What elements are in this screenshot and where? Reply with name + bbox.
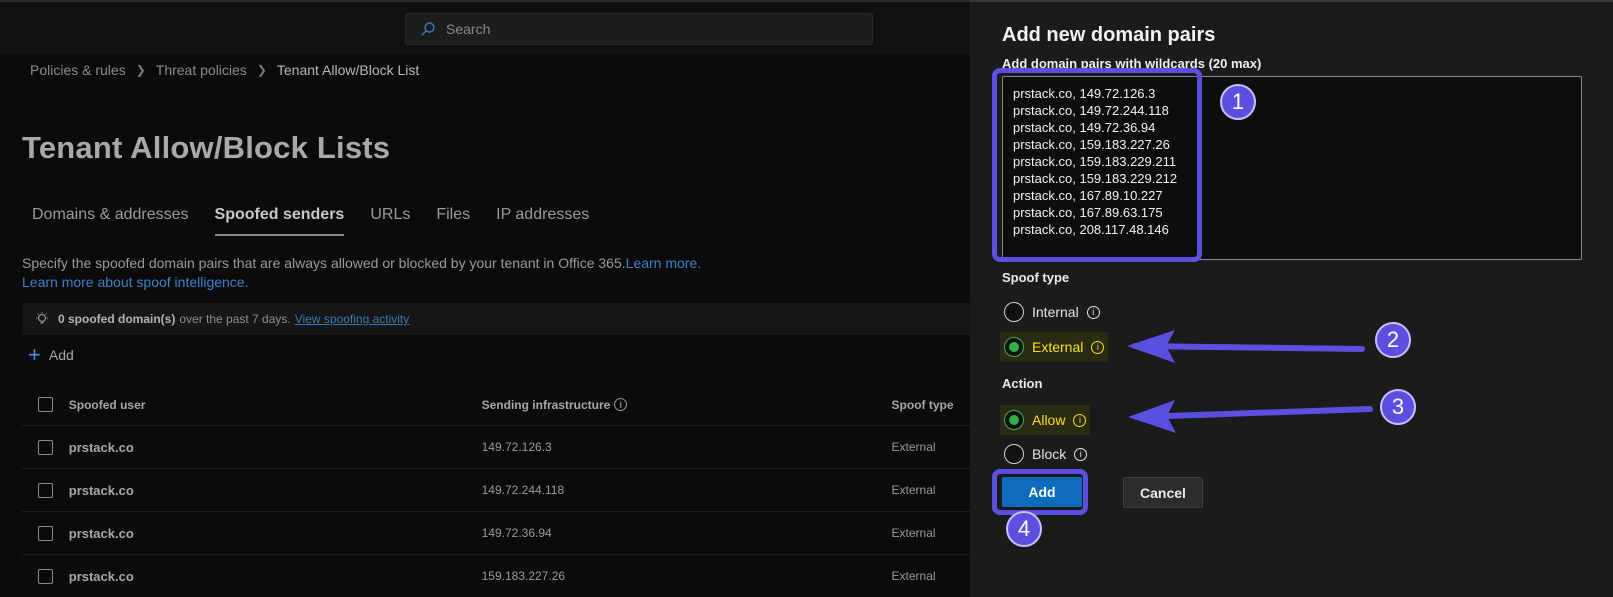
cell-spoof-type: External [891, 569, 936, 583]
annotation-arrows [1127, 330, 1373, 433]
info-icon[interactable]: i [614, 398, 628, 411]
cell-spoofed-user: prstack.co [68, 568, 134, 584]
tab-urls[interactable]: URLs [370, 206, 410, 236]
annotation-arrow-3 [1128, 400, 1373, 433]
table-row[interactable]: prstack.co 149.72.36.94 External [22, 512, 970, 555]
spoofed-count: 0 spoofed domain(s) [58, 312, 176, 326]
chevron-right-icon: ❯ [256, 63, 267, 77]
tab-ip-addresses[interactable]: IP addresses [496, 206, 589, 236]
annotation-arrow-2 [1127, 330, 1365, 363]
learn-more-link[interactable]: Learn more. [626, 255, 701, 271]
chevron-right-icon: ❯ [135, 63, 146, 77]
top-bar: Search [0, 0, 970, 54]
add-domain-pairs-panel: Add new domain pairs Add domain pairs wi… [970, 0, 1613, 597]
spoofed-period: over the past 7 days. [179, 312, 291, 326]
row-checkbox[interactable] [38, 439, 53, 455]
cell-spoofed-user: prstack.co [68, 525, 134, 541]
cell-spoofed-user: prstack.co [68, 482, 134, 498]
select-all-checkbox[interactable] [38, 397, 53, 412]
view-spoofing-activity-link[interactable]: View spoofing activity [295, 312, 410, 326]
cell-sending-infrastructure: 149.72.244.118 [481, 483, 565, 497]
cell-spoof-type: External [891, 526, 936, 540]
spoof-activity-banner: 0 spoofed domain(s) over the past 7 days… [22, 303, 970, 335]
column-header-sending-infrastructure[interactable]: Sending infrastructure i [482, 398, 892, 412]
tab-spoofed-senders[interactable]: Spoofed senders [214, 206, 345, 236]
cell-spoof-type: External [891, 483, 936, 497]
cell-sending-infrastructure: 159.183.227.26 [481, 569, 566, 583]
search-placeholder: Search [446, 21, 491, 37]
page: Search Policies & rules ❯ Threat policie… [0, 0, 1613, 597]
breadcrumb-policies-rules[interactable]: Policies & rules [30, 62, 126, 78]
add-button-label: Add [48, 347, 74, 363]
column-header-sending-infrastructure-label: Sending infrastructure [481, 397, 611, 412]
plus-icon: + [28, 342, 41, 367]
cell-spoof-type: External [891, 440, 936, 454]
table-row[interactable]: prstack.co 149.72.244.118 External [22, 469, 970, 512]
page-title: Tenant Allow/Block Lists [22, 130, 391, 165]
search-box[interactable]: Search [405, 13, 873, 45]
tab-files[interactable]: Files [436, 206, 470, 236]
cell-spoofed-user: prstack.co [68, 439, 134, 455]
main-content: Policies & rules ❯ Threat policies ❯ Ten… [0, 54, 970, 597]
row-checkbox[interactable] [38, 482, 53, 498]
row-checkbox[interactable] [38, 568, 53, 584]
cell-sending-infrastructure: 149.72.126.3 [481, 440, 552, 454]
table-row[interactable]: prstack.co 159.183.227.26 External [22, 555, 970, 597]
column-header-spoofed-user[interactable]: Spoofed user [69, 398, 482, 412]
breadcrumb: Policies & rules ❯ Threat policies ❯ Ten… [30, 62, 419, 78]
column-header-spoof-type[interactable]: Spoof type [892, 398, 970, 412]
table-row[interactable]: prstack.co 149.72.126.3 External [22, 426, 970, 469]
table-header: Spoofed user Sending infrastructure i Sp… [22, 384, 970, 426]
description-text: Specify the spoofed domain pairs that ar… [22, 255, 626, 271]
learn-more-spoof-link[interactable]: Learn more about spoof intelligence. [22, 274, 248, 290]
row-checkbox[interactable] [38, 525, 53, 541]
breadcrumb-threat-policies[interactable]: Threat policies [156, 62, 247, 78]
search-icon [421, 22, 435, 36]
breadcrumb-current: Tenant Allow/Block List [276, 62, 420, 78]
tab-list: Domains & addresses Spoofed senders URLs… [32, 206, 589, 236]
page-description: Specify the spoofed domain pairs that ar… [22, 254, 701, 292]
tab-domains-addresses[interactable]: Domains & addresses [32, 206, 189, 236]
cell-sending-infrastructure: 149.72.36.94 [481, 526, 552, 540]
spoofed-senders-table: Spoofed user Sending infrastructure i Sp… [22, 384, 970, 597]
lightbulb-icon [36, 312, 48, 324]
add-button[interactable]: + Add [28, 342, 74, 367]
